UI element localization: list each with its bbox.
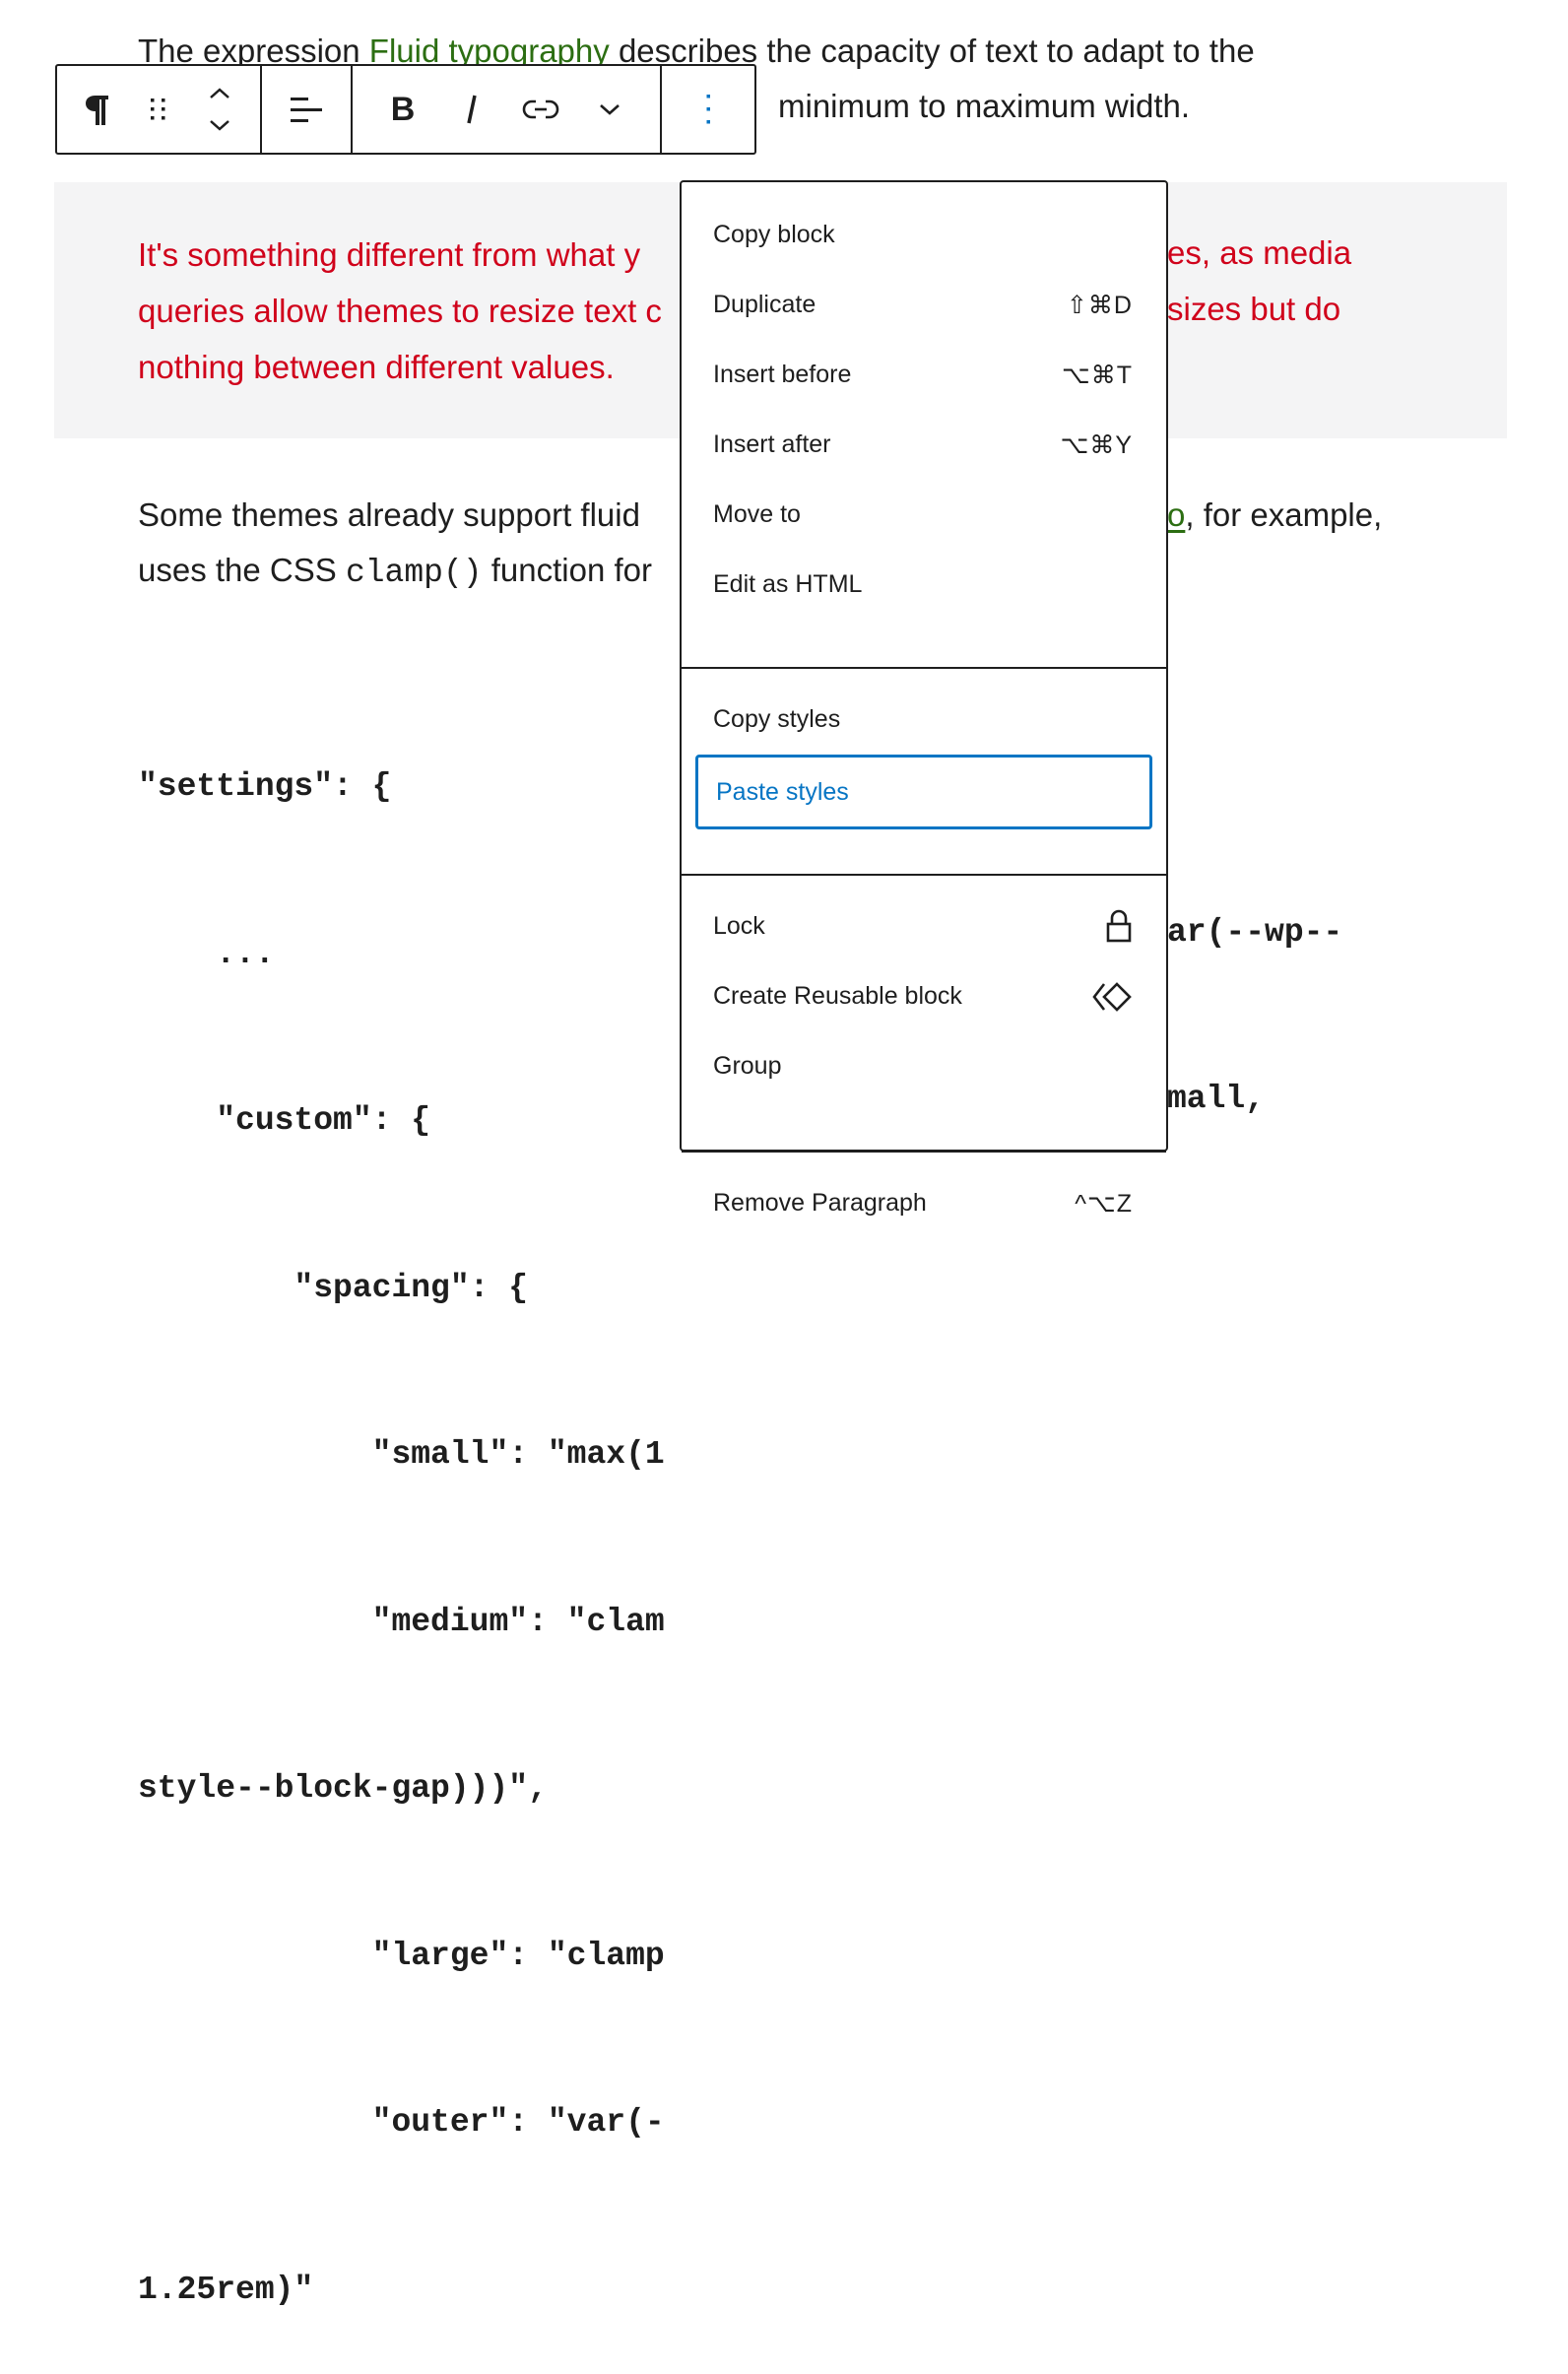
menu-item-label: Copy block xyxy=(713,221,835,248)
quote-line: It's something different from what y xyxy=(138,236,641,273)
highlighted-paragraph-text-right: es, as media sizes but do xyxy=(1167,225,1351,337)
menu-item-label: Insert before xyxy=(713,361,852,388)
menu-item-shortcut: ⌥⌘Y xyxy=(1060,430,1133,459)
drag-handle-button[interactable] xyxy=(128,66,189,153)
para-text: Some themes already support fluid xyxy=(138,496,640,533)
menu-item-copy-block[interactable]: Copy block xyxy=(695,200,1152,270)
code-line: "settings": { xyxy=(138,768,392,805)
highlighted-paragraph-text: It's something different from what y que… xyxy=(138,227,662,395)
menu-section-styles: Copy styles Paste styles xyxy=(682,669,1166,876)
code-line: ... xyxy=(138,935,275,972)
menu-item-shortcut: ⇧⌘D xyxy=(1066,291,1133,319)
menu-item-move-to[interactable]: Move to xyxy=(695,480,1152,550)
menu-item-label: Remove Paragraph xyxy=(713,1189,927,1217)
code-line: "small": "max(1 xyxy=(138,1436,665,1473)
italic-icon xyxy=(467,95,477,124)
menu-item-label: Insert after xyxy=(713,430,831,458)
drag-handle-icon xyxy=(151,99,165,120)
move-up-down-button[interactable] xyxy=(189,66,250,153)
para-text-right: o, for example, xyxy=(1167,488,1382,543)
para-text: , for example, xyxy=(1185,496,1383,533)
code-line: "spacing": { xyxy=(138,1269,529,1306)
align-text-button[interactable] xyxy=(276,66,337,153)
menu-item-lock[interactable]: Lock xyxy=(695,891,1152,961)
menu-item-paste-styles[interactable]: Paste styles xyxy=(695,755,1152,829)
code-line: "outer": "var(- xyxy=(138,2104,665,2141)
code-line-right: mall, xyxy=(1167,1081,1266,1117)
code-line: 1.25rem)" xyxy=(138,2271,314,2308)
menu-item-label: Duplicate xyxy=(713,291,817,318)
align-left-icon xyxy=(291,98,322,122)
reusable-block-icon xyxy=(1092,981,1132,1012)
para-text: uses the CSS xyxy=(138,552,346,588)
menu-item-shortcut: ⌥⌘T xyxy=(1061,361,1133,389)
menu-section-remove: Remove Paragraph ^⌥Z xyxy=(682,1153,1166,1254)
link-icon xyxy=(522,99,559,119)
menu-item-label: Paste styles xyxy=(716,777,849,806)
menu-item-remove-paragraph[interactable]: Remove Paragraph ^⌥Z xyxy=(695,1168,1152,1238)
menu-item-shortcut: ^⌥Z xyxy=(1075,1189,1133,1218)
menu-item-group[interactable]: Group xyxy=(695,1031,1152,1101)
menu-item-label: Edit as HTML xyxy=(713,570,863,598)
code-line: style--block-gap)))", xyxy=(138,1770,548,1807)
quote-line: nothing between different values. xyxy=(138,349,615,385)
menu-item-label: Move to xyxy=(713,500,801,528)
menu-section-tools: Copy block Duplicate ⇧⌘D Insert before ⌥… xyxy=(682,182,1166,669)
lock-icon xyxy=(1106,909,1132,942)
bold-button[interactable]: B xyxy=(368,66,437,153)
toolbar-group-options xyxy=(662,66,754,153)
menu-section-block-actions: Lock Create Reusable block Group xyxy=(682,876,1166,1153)
more-formatting-button[interactable] xyxy=(575,66,644,153)
link-button[interactable] xyxy=(506,66,575,153)
code-line-right: ar(--wp-- xyxy=(1167,914,1343,951)
menu-item-label: Lock xyxy=(713,912,765,940)
menu-item-create-reusable-block[interactable]: Create Reusable block xyxy=(695,961,1152,1031)
paragraph-block-button[interactable] xyxy=(67,66,128,153)
menu-item-insert-after[interactable]: Insert after ⌥⌘Y xyxy=(695,410,1152,480)
menu-item-insert-before[interactable]: Insert before ⌥⌘T xyxy=(695,340,1152,410)
menu-item-duplicate[interactable]: Duplicate ⇧⌘D xyxy=(695,270,1152,340)
pilcrow-icon xyxy=(86,96,108,125)
italic-button[interactable] xyxy=(437,66,506,153)
toolbar-group-align xyxy=(262,66,353,153)
code-block[interactable]: "settings": { ... "custom": { "spacing":… xyxy=(138,648,665,2374)
quote-line: sizes but do xyxy=(1167,291,1341,327)
bold-icon: B xyxy=(390,90,416,128)
toolbar-group-block xyxy=(57,66,262,153)
paragraph-fluid-support[interactable]: Some themes already support fluid uses t… xyxy=(138,488,652,601)
para-text: function for xyxy=(482,552,653,588)
menu-item-edit-as-html[interactable]: Edit as HTML xyxy=(695,550,1152,620)
code-line: "custom": { xyxy=(138,1102,431,1139)
menu-item-label: Group xyxy=(713,1052,782,1080)
para-text-line2: minimum to maximum width. xyxy=(778,88,1191,124)
more-vertical-icon xyxy=(706,95,710,124)
options-button[interactable] xyxy=(678,66,739,153)
chevron-down-icon xyxy=(600,104,620,115)
quote-line: es, as media xyxy=(1167,234,1352,271)
block-options-menu: Copy block Duplicate ⇧⌘D Insert before ⌥… xyxy=(680,180,1168,1218)
block-toolbar: B xyxy=(55,64,756,155)
theme-link[interactable]: o xyxy=(1167,496,1185,533)
menu-item-label: Create Reusable block xyxy=(713,982,962,1010)
toolbar-group-format: B xyxy=(353,66,662,153)
menu-item-copy-styles[interactable]: Copy styles xyxy=(695,685,1152,755)
code-line: "medium": "clam xyxy=(138,1603,665,1640)
quote-line: queries allow themes to resize text c xyxy=(138,293,662,329)
code-line: "large": "clamp xyxy=(138,1937,665,1974)
move-up-down-icon xyxy=(210,88,229,131)
menu-item-label: Copy styles xyxy=(713,705,841,733)
inline-code: clamp() xyxy=(345,555,483,591)
